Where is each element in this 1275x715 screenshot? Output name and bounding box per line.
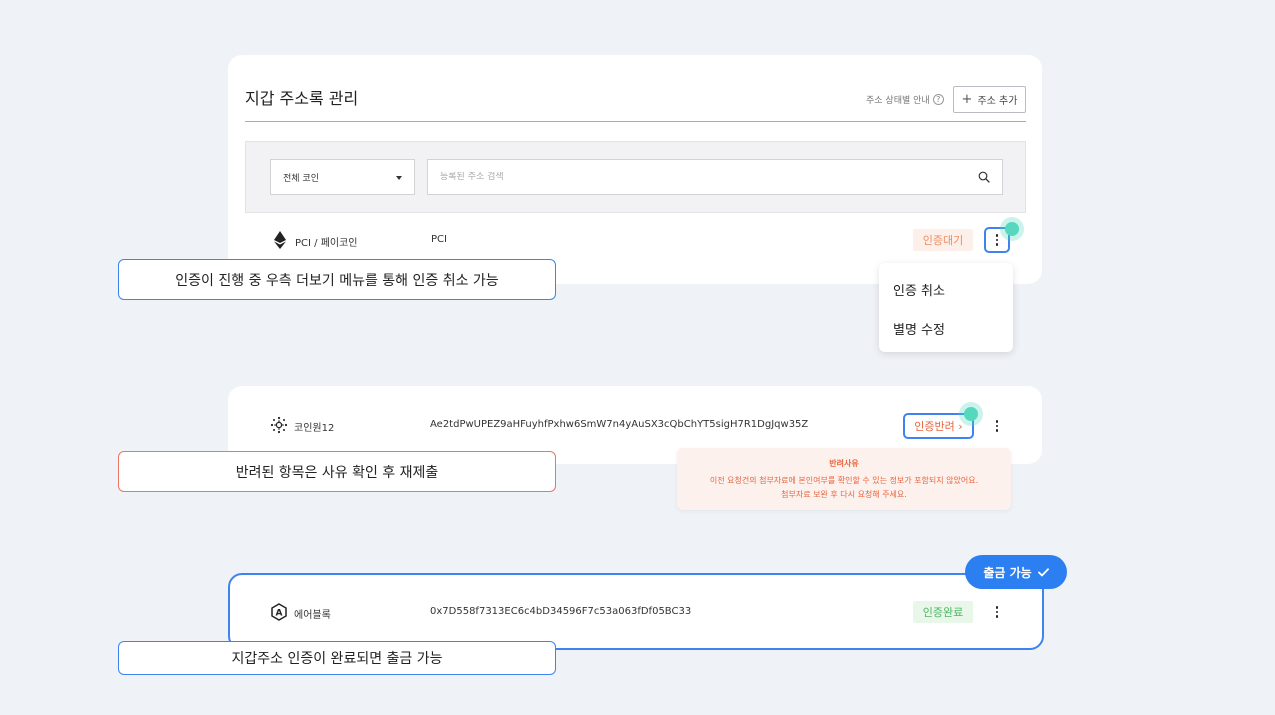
add-address-button[interactable]: + 주소 추가 [953,86,1026,113]
kebab-icon [995,234,999,246]
coin-name: PCI / 페이코인 [295,238,358,249]
tooltip-line: 첨부자료 보완 후 다시 요청해 주세요. [781,490,907,499]
cardano-icon [270,416,288,434]
more-menu-button[interactable] [984,599,1010,625]
wallet-address: 0x7D558f7313EC6c4bD34596F7c53a063fDf05BC… [430,606,692,617]
callout-done: 지갑주소 인증이 완료되면 출금 가능 [118,641,556,675]
coin-select[interactable]: 전체 코인 [270,159,415,195]
wallet-address: PCI [431,234,447,245]
status-badge-done: 인증완료 [913,601,973,623]
coin-select-value: 전체 코인 [283,173,319,184]
filter-bar: 전체 코인 [245,141,1026,213]
airblock-icon: A [270,603,288,621]
completed-row-card: A 에어블록 0x7D558f7313EC6c4bD34596F7c53a063… [228,573,1044,650]
highlight-dot [1005,222,1019,236]
tooltip-title: 반려사유 [829,459,859,468]
status-badge-pending: 인증대기 [913,229,973,251]
status-guide-link[interactable]: 주소 상태별 안내 ? [866,93,944,106]
withdraw-available-pill: 출금 가능 [965,555,1067,589]
search-input[interactable] [440,172,960,182]
svg-text:A: A [276,609,283,619]
caret-down-icon [396,176,402,180]
header-divider [245,121,1026,122]
menu-item-cancel-verification[interactable]: 인증 취소 [893,280,945,299]
wallet-address: Ae2tdPwUPEZ9aHFuyhfPxhw6SmW7n4yAuSX3cQbC… [430,419,809,430]
ethereum-icon [271,231,289,249]
rejection-reason-tooltip: 반려사유 이전 요청건의 첨부자료에 본인여부를 확인할 수 있는 정보가 포함… [677,448,1011,510]
coin-name: 에어블록 [294,610,331,621]
coin-name: 코인원12 [294,423,335,434]
search-icon[interactable] [978,171,990,183]
menu-item-edit-nickname[interactable]: 별명 수정 [893,319,945,338]
status-badge-rejected[interactable]: 인증반려 › [903,413,974,439]
highlight-dot [964,407,978,421]
question-icon: ? [932,94,944,105]
kebab-icon [995,606,999,618]
callout-pending: 인증이 진행 중 우측 더보기 메뉴를 통해 인증 취소 가능 [118,259,556,300]
address-book-card: 지갑 주소록 관리 주소 상태별 안내 ? + 주소 추가 전체 코인 PCI … [228,55,1042,284]
tooltip-line: 이전 요청건의 첨부자료에 본인여부를 확인할 수 있는 정보가 포함되지 않았… [709,476,979,485]
plus-icon: + [961,92,973,107]
kebab-icon [995,420,999,432]
withdraw-available-label: 출금 가능 [983,565,1032,580]
callout-rejected: 반려된 항목은 사유 확인 후 재제출 [118,451,556,492]
page-title: 지갑 주소록 관리 [245,89,359,108]
add-address-label: 주소 추가 [977,96,1018,107]
status-guide-label: 주소 상태별 안내 [866,96,930,106]
more-dropdown-menu: 인증 취소 별명 수정 [879,263,1013,352]
check-icon [1037,567,1049,576]
more-menu-button[interactable] [984,413,1010,439]
address-search [427,159,1003,195]
